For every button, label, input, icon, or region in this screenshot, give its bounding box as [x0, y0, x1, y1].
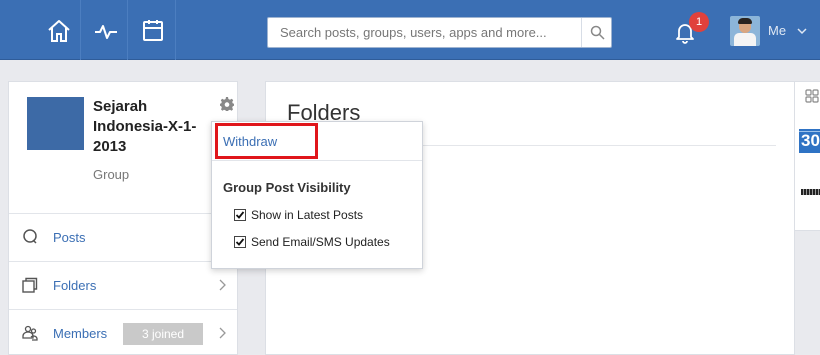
withdraw-link[interactable]: Withdraw	[212, 122, 320, 160]
apps-panel: 30	[794, 81, 820, 231]
group-sidebar: Sejarah Indonesia-X-1-2013 Group Posts F…	[8, 81, 238, 355]
folder-stack-icon	[22, 277, 38, 293]
chevron-right-icon	[219, 279, 226, 291]
visibility-section-title: Group Post Visibility	[223, 180, 351, 195]
option-label: Show in Latest Posts	[251, 208, 364, 222]
notification-count-badge[interactable]: 1	[689, 12, 709, 32]
sidebar-item-posts[interactable]: Posts	[9, 213, 237, 261]
popup-divider	[212, 160, 422, 161]
chevron-right-icon	[219, 327, 226, 339]
people-icon	[22, 325, 38, 341]
nav-divider	[127, 0, 128, 60]
user-menu-label[interactable]: Me	[768, 23, 786, 38]
calendar-app-tile[interactable]: 30	[799, 129, 820, 153]
sidebar-item-label: Members	[53, 326, 108, 341]
search-icon	[590, 25, 605, 40]
chevron-down-icon[interactable]	[796, 25, 808, 37]
search-button[interactable]	[581, 18, 611, 47]
nav-divider	[175, 0, 176, 60]
sidebar-item-folders[interactable]: Folders	[9, 261, 237, 309]
sidebar-item-label: Posts	[53, 230, 86, 245]
show-in-latest-posts-checkbox[interactable]	[234, 209, 246, 221]
top-navigation-bar: 1 Me	[0, 0, 820, 60]
sidebar-item-label: Folders	[53, 278, 97, 293]
grid-icon[interactable]	[805, 89, 819, 103]
group-type-label: Group	[93, 167, 130, 182]
option-label: Send Email/SMS Updates	[251, 235, 390, 249]
home-icon[interactable]	[46, 18, 72, 44]
members-joined-badge: 3 joined	[123, 323, 203, 345]
calendar-icon[interactable]	[140, 18, 166, 44]
checkmark-icon	[235, 238, 245, 246]
activity-icon[interactable]	[93, 18, 119, 44]
user-avatar[interactable]	[730, 16, 760, 46]
search-input[interactable]	[268, 18, 583, 47]
group-settings-popup: Withdraw Group Post Visibility Show in L…	[211, 121, 423, 269]
search-box	[267, 17, 612, 48]
nav-divider	[80, 0, 81, 60]
sidebar-item-members[interactable]: Members 3 joined	[9, 309, 237, 355]
send-email-sms-checkbox[interactable]	[234, 236, 246, 248]
app-logo[interactable]	[801, 189, 820, 195]
checkmark-icon	[235, 211, 245, 219]
calendar-tile-number: 30	[801, 131, 820, 150]
gear-icon[interactable]	[220, 97, 234, 111]
chat-bubble-icon	[22, 229, 38, 245]
group-name[interactable]: Sejarah Indonesia-X-1-2013	[93, 97, 213, 157]
group-avatar[interactable]	[27, 97, 84, 150]
